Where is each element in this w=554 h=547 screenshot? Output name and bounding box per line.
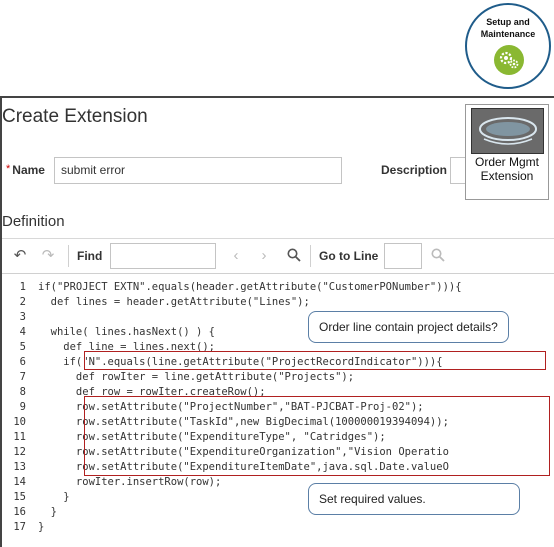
find-input[interactable]: [110, 243, 216, 269]
gears-icon: [494, 45, 524, 75]
line-number: 13: [13, 461, 26, 473]
code-line: while( lines.hasNext() ) {: [38, 326, 216, 338]
code-line: }: [38, 521, 45, 533]
line-number: 2: [19, 296, 26, 308]
line-number: 3: [19, 311, 26, 323]
find-label: Find: [77, 249, 103, 263]
name-input[interactable]: submit error: [54, 157, 342, 184]
line-number: 8: [19, 386, 26, 398]
goto-search-icon[interactable]: [430, 248, 446, 264]
groovy-logo-icon: [471, 108, 544, 154]
code-line: }: [38, 506, 57, 518]
required-values-highlight: [84, 396, 550, 476]
line-number: 15: [13, 491, 26, 503]
order-mgmt-extension-badge: Order Mgmt Extension: [465, 104, 549, 200]
line-number: 6: [19, 356, 26, 368]
code-line: rowIter.insertRow(row);: [38, 476, 222, 488]
line-number: 9: [19, 401, 26, 413]
editor-toolbar: ↶ ↷ Find ‹ › Go to Line: [2, 238, 554, 272]
line-number: 5: [19, 341, 26, 353]
extension-caption-line1: Order Mgmt: [474, 155, 539, 169]
line-number: 10: [13, 416, 26, 428]
next-match-icon[interactable]: ›: [256, 248, 272, 264]
goto-line-label: Go to Line: [319, 249, 379, 263]
goto-line-input[interactable]: [384, 243, 422, 269]
line-number-gutter: 1 2 3 4 5 6 7 8 9 10 11 12 13 14 15 16 1…: [2, 274, 32, 547]
code-line: }: [38, 491, 70, 503]
code-line: if("PROJECT EXTN".equals(header.getAttri…: [38, 281, 462, 293]
line-number: 17: [13, 521, 26, 533]
line-number: 7: [19, 371, 26, 383]
name-label-text: Name: [12, 163, 45, 177]
name-label: * Name: [6, 163, 45, 177]
previous-match-icon[interactable]: ‹: [228, 248, 244, 264]
search-icon[interactable]: [286, 248, 302, 264]
setup-maintenance-badge[interactable]: Setup and Maintenance: [465, 3, 551, 89]
code-line: def rowIter = line.getAttribute("Project…: [38, 371, 355, 383]
required-marker: *: [6, 163, 11, 175]
line-number: 12: [13, 446, 26, 458]
badge-line1: Setup and: [486, 17, 530, 27]
line-number: 4: [19, 326, 26, 338]
redo-icon[interactable]: ↷: [40, 248, 56, 264]
page-title: Create Extension: [2, 106, 148, 127]
badge-line2: Maintenance: [480, 29, 536, 39]
definition-label: Definition: [2, 213, 65, 230]
line-number: 14: [13, 476, 26, 488]
code-line: def lines = header.getAttribute("Lines")…: [38, 296, 310, 308]
extension-caption-line2: Extension: [480, 169, 534, 183]
required-values-callout: Set required values.: [308, 483, 520, 515]
undo-icon[interactable]: ↶: [12, 248, 28, 264]
project-details-callout: Order line contain project details?: [308, 311, 509, 343]
toolbar-divider: [68, 245, 69, 267]
line-number: 1: [19, 281, 26, 293]
line-number: 16: [13, 506, 26, 518]
project-indicator-highlight: [84, 351, 546, 370]
toolbar-divider: [310, 245, 311, 267]
line-number: 11: [13, 431, 26, 443]
description-label: Description: [381, 163, 448, 177]
